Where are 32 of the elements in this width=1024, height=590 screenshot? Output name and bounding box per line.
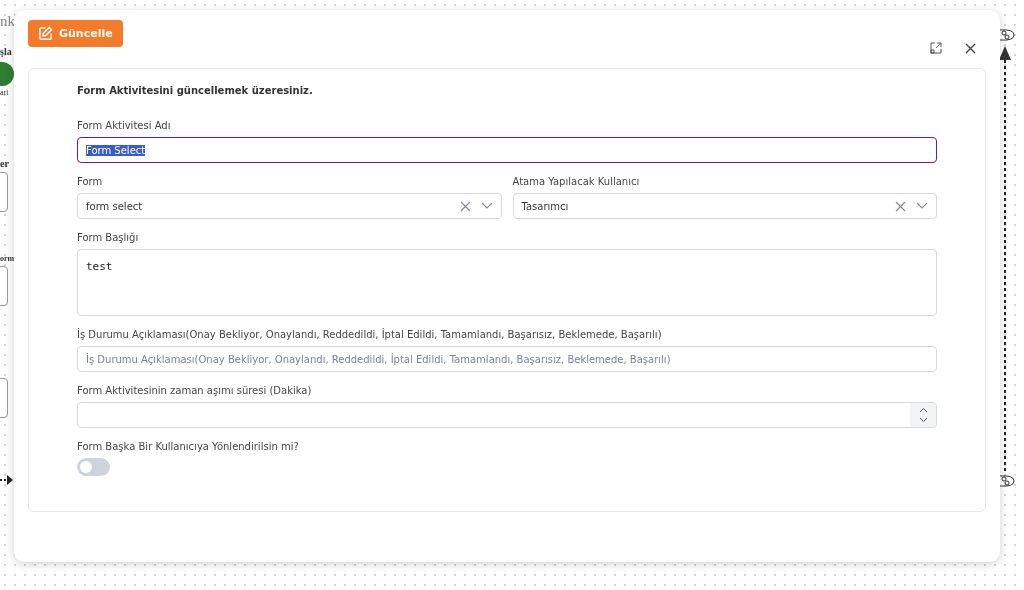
input-field[interactable]: İş Durumu Açıklaması(Onay Bekliyor, Onaylandı, Reddedildi, İptal Edildi, Tamamlandı, Başarısız, Beklemede, Başarılı) bbox=[77, 346, 937, 372]
field-label: Form Aktivitesinin zaman aşımı süresi (Dakika) bbox=[77, 385, 313, 396]
field-label: Form bbox=[77, 176, 104, 187]
select-field[interactable]: form select bbox=[77, 193, 502, 219]
chevron-down-icon[interactable] bbox=[480, 202, 493, 210]
chevron-down-icon[interactable] bbox=[916, 202, 928, 210]
link-icon bbox=[998, 28, 1016, 42]
text-area[interactable]: test bbox=[77, 249, 937, 316]
expand-icon[interactable] bbox=[930, 42, 942, 54]
canvas-label: art bbox=[0, 89, 9, 97]
field-label: İş Durumu Açıklaması(Onay Bekliyor, Onaylandı, Reddedildi, İptal Edildi, Tamamlandı, Başarısız, Beklemede, Başarılı) bbox=[77, 329, 663, 340]
clear-icon[interactable] bbox=[895, 200, 906, 212]
canvas-label: orm bbox=[0, 255, 15, 263]
field-label: Form Başka Bir Kullanıcıya Yönlendirilsin mi? bbox=[77, 441, 300, 452]
intro-text: Form Aktivitesini güncellemek üzeresiniz. bbox=[77, 85, 314, 96]
start-node bbox=[0, 62, 14, 86]
field-label: Atama Yapılacak Kullanıcı bbox=[512, 176, 641, 187]
clear-icon[interactable] bbox=[459, 200, 471, 212]
field-label: Form Başlığı bbox=[77, 232, 140, 243]
spin-buttons[interactable] bbox=[910, 403, 936, 427]
link-icon bbox=[998, 474, 1016, 488]
arrow-icon bbox=[0, 474, 14, 486]
close-icon[interactable] bbox=[965, 42, 976, 54]
field-label: Form Aktivitesi Adı bbox=[77, 120, 172, 131]
number-field[interactable] bbox=[77, 402, 937, 428]
canvas-label: nk bbox=[0, 14, 15, 29]
canvas-label: er bbox=[0, 159, 9, 169]
canvas-label: şla bbox=[0, 47, 12, 57]
toggle-switch[interactable] bbox=[77, 458, 110, 476]
input-field[interactable]: Form Select bbox=[77, 137, 937, 163]
edit-icon bbox=[38, 25, 53, 41]
select-field[interactable]: Tasarımcı bbox=[512, 193, 937, 219]
